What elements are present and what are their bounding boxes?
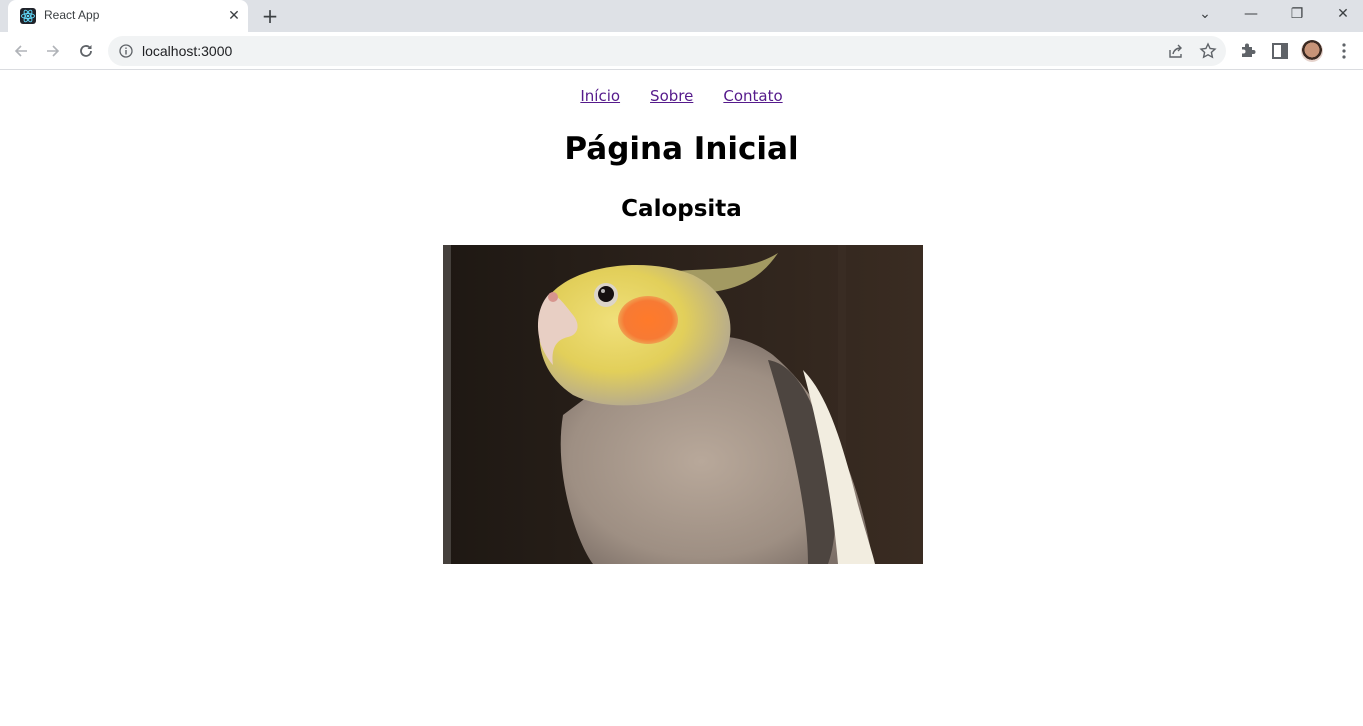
browser-toolbar: localhost:3000 — [0, 32, 1363, 70]
profile-avatar[interactable] — [1301, 40, 1323, 62]
bird-title: Calopsita — [621, 196, 742, 222]
puzzle-icon[interactable] — [1238, 41, 1258, 61]
side-panel-icon[interactable] — [1270, 41, 1290, 61]
restore-button[interactable]: ❐ — [1274, 0, 1320, 28]
share-icon[interactable] — [1167, 42, 1185, 60]
react-logo-icon — [20, 8, 36, 24]
eye — [598, 286, 614, 302]
arrow-right-icon — [47, 45, 60, 57]
nav-link-inicio[interactable]: Início — [580, 87, 620, 105]
close-window-button[interactable]: ✕ — [1320, 0, 1363, 28]
reload-button[interactable] — [73, 38, 99, 64]
forward-button[interactable] — [40, 38, 66, 64]
kebab-menu-icon[interactable] — [1334, 41, 1354, 61]
main-nav: Início Sobre Contato — [0, 87, 1363, 105]
info-icon[interactable] — [118, 43, 134, 59]
tab-title: React App — [44, 8, 100, 22]
page-content: Início Sobre Contato Página Inicial Calo… — [0, 70, 1363, 726]
cheek-patch — [618, 296, 678, 344]
minimize-button[interactable]: — — [1228, 0, 1274, 28]
page-title: Página Inicial — [564, 131, 799, 167]
reload-icon — [80, 45, 92, 57]
cockatiel-image — [443, 245, 923, 564]
arrow-left-icon — [14, 45, 27, 57]
browser-tab[interactable]: React App ✕ — [8, 0, 248, 32]
address-bar[interactable]: localhost:3000 — [108, 36, 1226, 66]
url-text[interactable]: localhost:3000 — [142, 43, 232, 59]
new-tab-button[interactable]: + — [258, 4, 282, 28]
tab-search-button[interactable]: ⌄ — [1182, 0, 1228, 28]
tab-strip: React App ✕ + ⌄ — ❐ ✕ — [0, 0, 1363, 32]
close-tab-icon[interactable]: ✕ — [224, 6, 244, 26]
back-button[interactable] — [8, 38, 34, 64]
nav-link-sobre[interactable]: Sobre — [650, 87, 693, 105]
star-icon[interactable] — [1199, 42, 1217, 60]
nav-link-contato[interactable]: Contato — [723, 87, 782, 105]
